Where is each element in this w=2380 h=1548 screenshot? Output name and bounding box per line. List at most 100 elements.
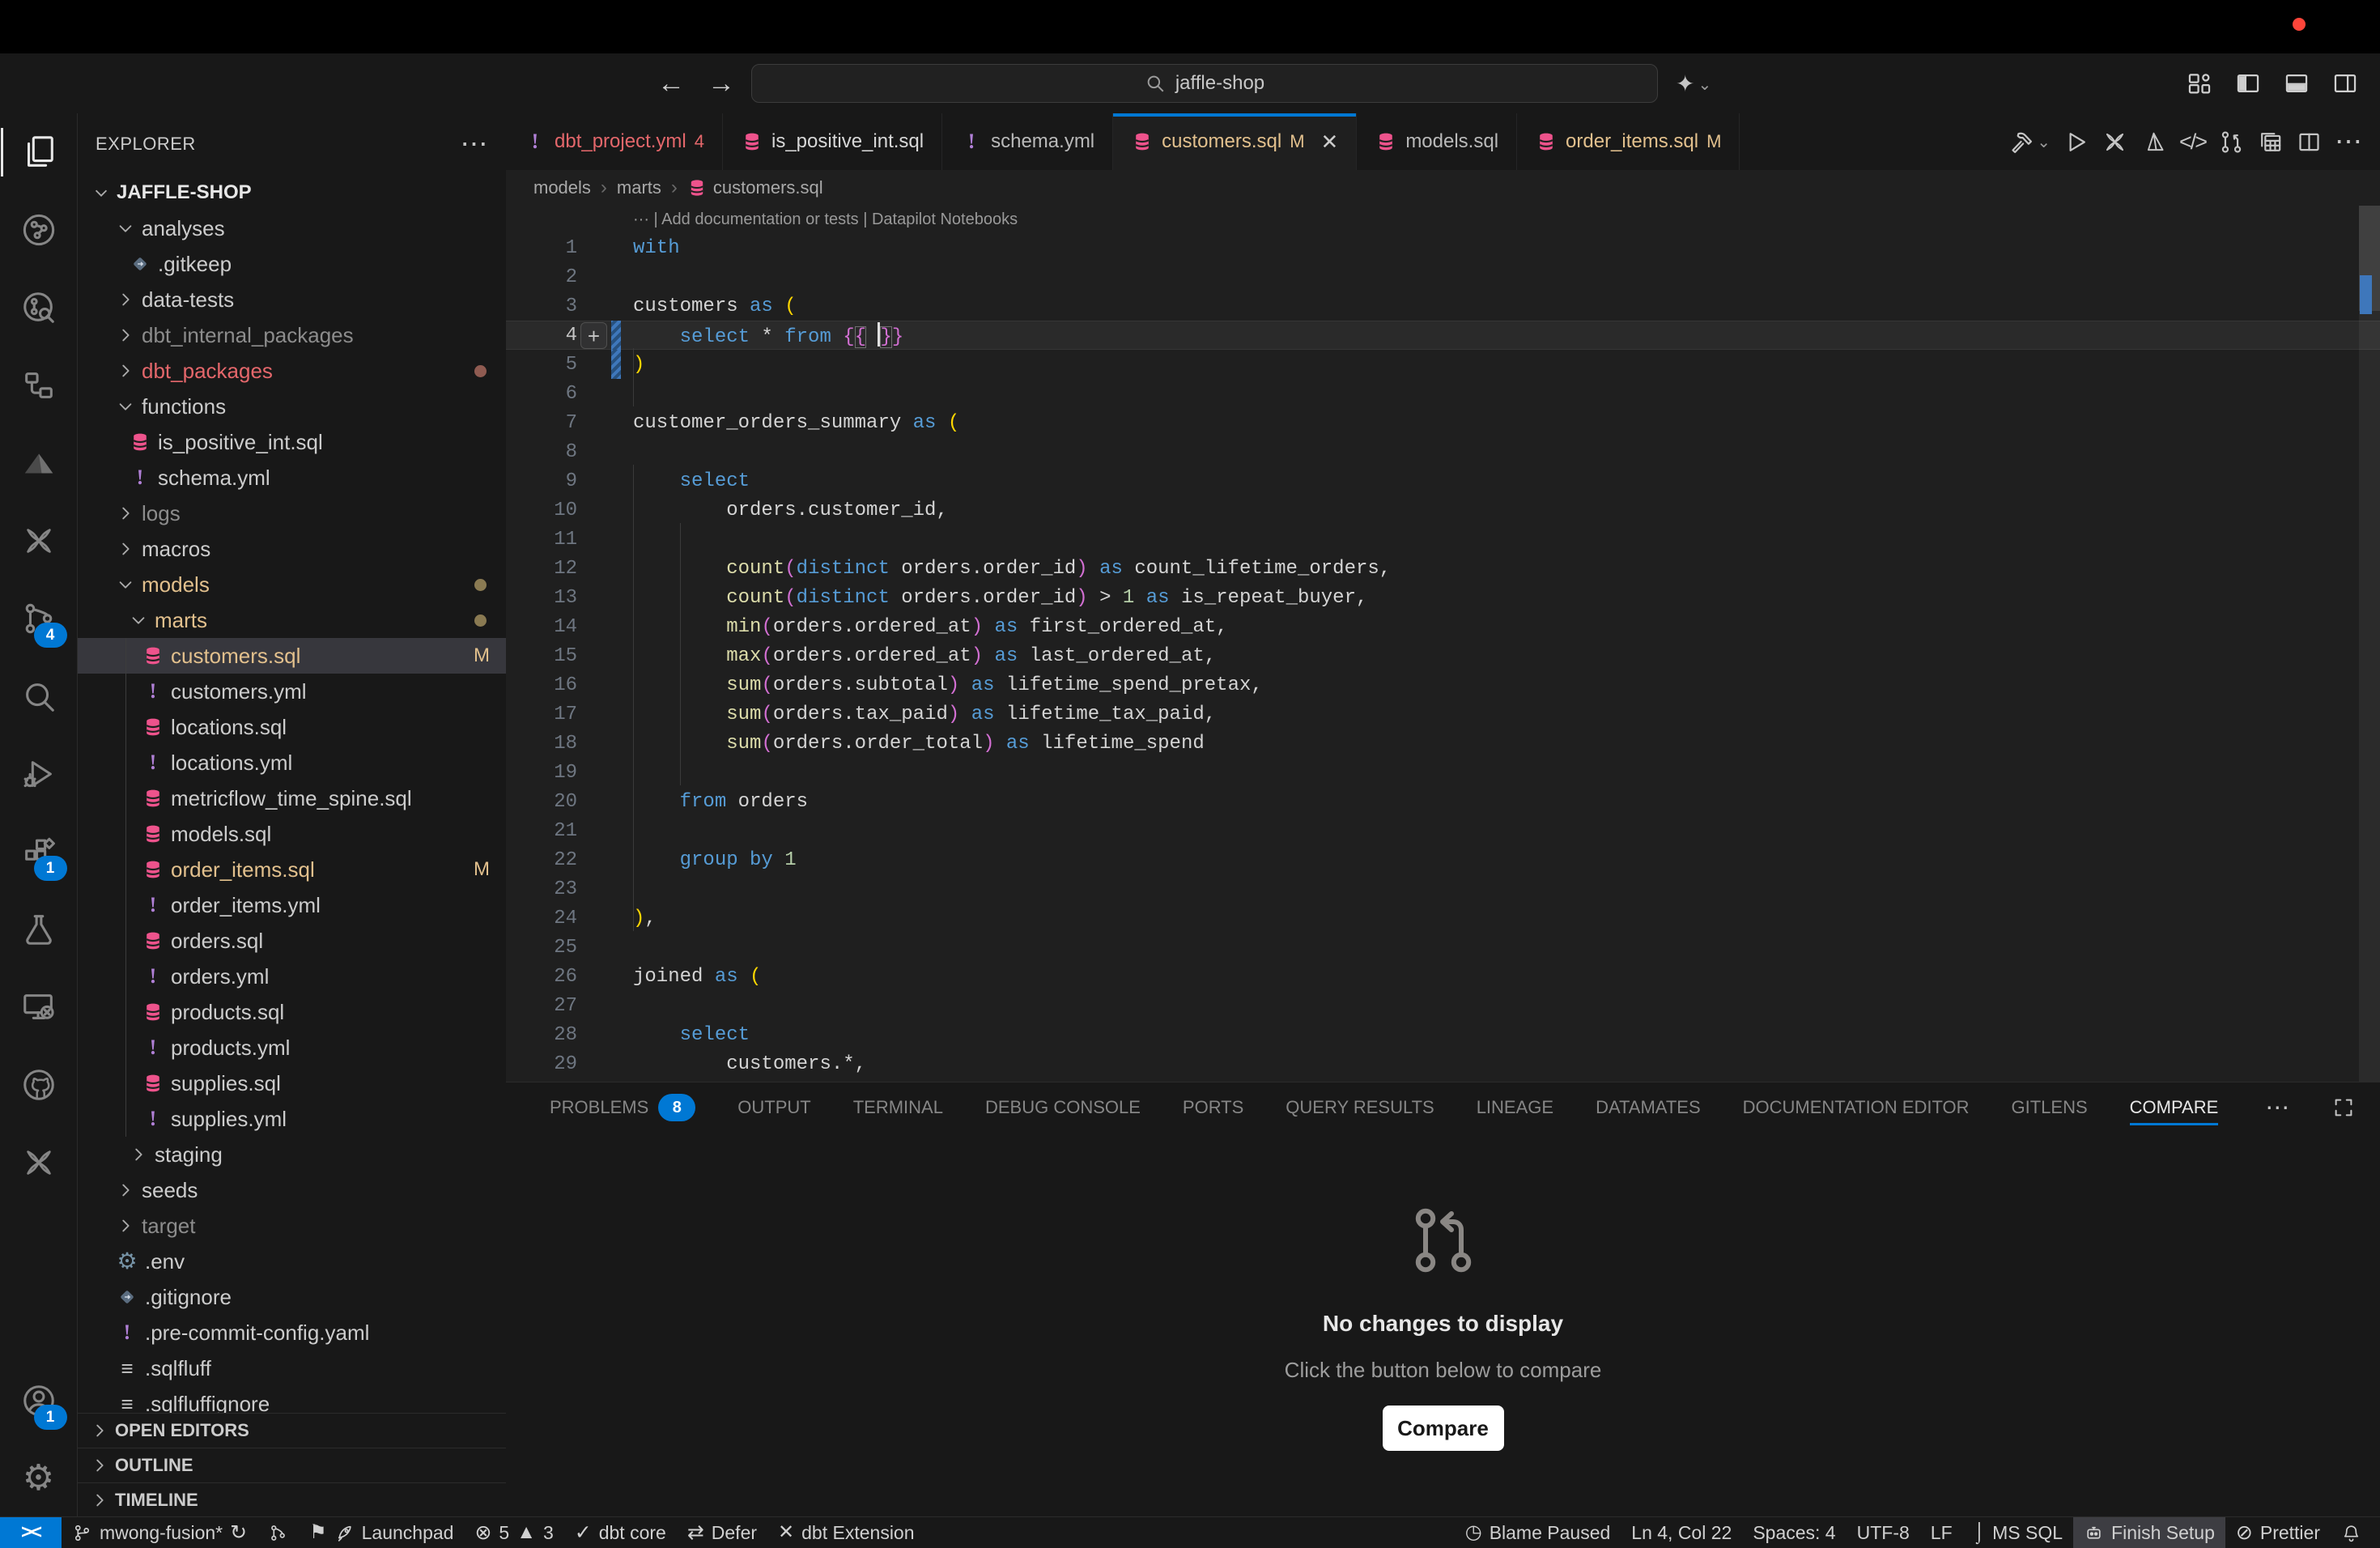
tree-item-products-yml[interactable]: !products.yml — [78, 1030, 506, 1065]
tree-item-schema-yml[interactable]: !schema.yml — [78, 460, 506, 495]
tree-item-customers-yml[interactable]: !customers.yml — [78, 674, 506, 709]
tree-root-jaffle-shop[interactable]: JAFFLE-SHOP — [78, 175, 506, 211]
sidebar-section-outline[interactable]: OUTLINE — [78, 1448, 506, 1482]
dbt-extension-status[interactable]: ✕dbt Extension — [767, 1517, 924, 1548]
tree-item-supplies-yml[interactable]: !supplies.yml — [78, 1101, 506, 1137]
breadcrumb-item[interactable]: models — [533, 177, 591, 198]
lineage-icon[interactable] — [1, 347, 77, 424]
more-panel-tabs-button[interactable]: ⋯ — [2265, 1094, 2289, 1122]
cursor-position[interactable]: Ln 4, Col 22 — [1621, 1517, 1742, 1548]
tab-order-items-sql[interactable]: order_items.sqlM — [1517, 113, 1740, 170]
tree-item-functions[interactable]: functions — [78, 389, 506, 424]
tree-item-order-items-yml[interactable]: !order_items.yml — [78, 887, 506, 923]
tab-customers-sql[interactable]: customers.sqlM✕ — [1113, 113, 1357, 170]
tab-is-positive-int-sql[interactable]: is_positive_int.sql — [723, 113, 942, 170]
tree-item-models[interactable]: models — [78, 567, 506, 602]
panel-tab-compare[interactable]: COMPARE — [2130, 1082, 2219, 1133]
finish-setup[interactable]: Finish Setup — [2073, 1517, 2225, 1548]
toggle-primary-sidebar-button[interactable] — [2234, 70, 2262, 97]
accounts-icon[interactable]: 1 — [1, 1362, 77, 1440]
close-icon[interactable]: ✕ — [1321, 131, 1339, 152]
breadcrumb[interactable]: models›marts›customers.sql — [506, 170, 2380, 206]
tree-item-orders-sql[interactable]: orders.sql — [78, 923, 506, 959]
settings-gear-icon[interactable]: ⚙ — [1, 1440, 77, 1517]
search-icon[interactable] — [1, 657, 77, 735]
tab-dbt-project-yml[interactable]: !dbt_project.yml4 — [506, 113, 723, 170]
gitlens-inspect-icon[interactable] — [1, 269, 77, 347]
explorer-icon[interactable] — [1, 113, 77, 191]
source-control-share-icon[interactable] — [1, 191, 77, 269]
launchpad-status[interactable]: ⚑Launchpad — [299, 1517, 464, 1548]
split-editor-button[interactable] — [2296, 129, 2323, 155]
indentation[interactable]: Spaces: 4 — [1742, 1517, 1846, 1548]
tree-item-locations-sql[interactable]: locations.sql — [78, 709, 506, 745]
toggle-panel-button[interactable] — [2283, 70, 2310, 97]
panel-tab-datamates[interactable]: DATAMATES — [1596, 1082, 1701, 1133]
breadcrumb-file[interactable]: customers.sql — [687, 177, 823, 198]
eol[interactable]: LF — [1920, 1517, 1963, 1548]
sidebar-section-open-editors[interactable]: OPEN EDITORS — [78, 1413, 506, 1448]
tree-item-staging[interactable]: staging — [78, 1137, 506, 1172]
compare-changes-button[interactable] — [2218, 129, 2245, 155]
dbt-core-status[interactable]: ✓dbt core — [564, 1517, 677, 1548]
dbt-power-user-button[interactable] — [2102, 129, 2128, 155]
sidebar-section-timeline[interactable]: TIMELINE — [78, 1482, 506, 1517]
tree-item--env[interactable]: ⚙.env — [78, 1244, 506, 1279]
tree-item-products-sql[interactable]: products.sql — [78, 994, 506, 1030]
blame-status[interactable]: ◷Blame Paused — [1455, 1517, 1621, 1548]
panel-tab-ports[interactable]: PORTS — [1183, 1082, 1243, 1133]
customize-layout-button[interactable] — [2186, 70, 2213, 97]
dbt-build-button[interactable]: ⌄ — [2008, 129, 2051, 155]
tree-item--pre-commit-config-yaml[interactable]: !.pre-commit-config.yaml — [78, 1315, 506, 1350]
notifications-bell[interactable] — [2331, 1517, 2372, 1548]
tree-item-seeds[interactable]: seeds — [78, 1172, 506, 1208]
tree-item-logs[interactable]: logs — [78, 495, 506, 531]
source-control-icon[interactable]: 4 — [1, 580, 77, 657]
tree-item-order-items-sql[interactable]: order_items.sqlM — [78, 852, 506, 887]
panel-tab-output[interactable]: OUTPUT — [737, 1082, 810, 1133]
tree-item-orders-yml[interactable]: !orders.yml — [78, 959, 506, 994]
github-icon[interactable] — [1, 1046, 77, 1124]
tree-item--gitkeep[interactable]: .gitkeep — [78, 246, 506, 282]
run-query-button[interactable] — [2063, 129, 2089, 155]
prettier-status[interactable]: ⊘Prettier — [2225, 1517, 2331, 1548]
tree-item-data-tests[interactable]: data-tests — [78, 282, 506, 317]
panel-tab-gitlens[interactable]: GITLENS — [2012, 1082, 2088, 1133]
panel-tab-query-results[interactable]: QUERY RESULTS — [1286, 1082, 1434, 1133]
copilot-menu-button[interactable]: ✦⌄ — [1676, 53, 1715, 113]
nav-forward-button[interactable]: → — [708, 68, 735, 100]
encoding[interactable]: UTF-8 — [1847, 1517, 1920, 1548]
remote-indicator[interactable]: >< — [0, 1517, 62, 1548]
tree-item--sqlfluff[interactable]: ≡.sqlfluff — [78, 1350, 506, 1386]
panel-tab-documentation-editor[interactable]: DOCUMENTATION EDITOR — [1743, 1082, 1970, 1133]
tree-item--gitignore[interactable]: .gitignore — [78, 1279, 506, 1315]
toggle-secondary-sidebar-button[interactable] — [2331, 70, 2359, 97]
tree-item-supplies-sql[interactable]: supplies.sql — [78, 1065, 506, 1101]
code-editor[interactable]: ··· | Add documentation or tests | Datap… — [506, 206, 2380, 1082]
panel-tab-terminal[interactable]: TERMINAL — [853, 1082, 943, 1133]
problems-status[interactable]: ⊗5▲︎3 — [464, 1517, 563, 1548]
dbt-power-user-icon[interactable] — [1, 424, 77, 502]
breadcrumb-item[interactable]: marts — [617, 177, 661, 198]
nav-back-button[interactable]: ← — [657, 68, 685, 100]
codelens-actions[interactable]: ··· | Add documentation or tests | Datap… — [506, 206, 2380, 233]
tab-models-sql[interactable]: models.sql — [1357, 113, 1517, 170]
command-center-search[interactable]: jaffle-shop — [751, 64, 1658, 103]
compiled-code-button[interactable]: </> — [2179, 130, 2206, 155]
tree-item-marts[interactable]: marts — [78, 602, 506, 638]
tree-item-dbt-internal-packages[interactable]: dbt_internal_packages — [78, 317, 506, 353]
tree-item-is-positive-int-sql[interactable]: is_positive_int.sql — [78, 424, 506, 460]
tree-item-metricflow-time-spine-sql[interactable]: metricflow_time_spine.sql — [78, 780, 506, 816]
editor-scrollbar[interactable] — [2359, 206, 2380, 1082]
tree-item-locations-yml[interactable]: !locations.yml — [78, 745, 506, 780]
tree-item-dbt-packages[interactable]: dbt_packages — [78, 353, 506, 389]
query-results-button[interactable] — [2257, 129, 2284, 155]
compare-graph-status[interactable] — [257, 1517, 299, 1548]
remote-explorer-icon[interactable] — [1, 968, 77, 1046]
extension-x-icon[interactable] — [1, 1124, 77, 1201]
extensions-icon[interactable]: 1 — [1, 813, 77, 891]
language-mode[interactable]: ⌡MS SQL — [1963, 1517, 2073, 1548]
add-line-button[interactable]: + — [580, 322, 607, 349]
tree-item-analyses[interactable]: analyses — [78, 211, 506, 246]
dbt-icon[interactable] — [1, 502, 77, 580]
